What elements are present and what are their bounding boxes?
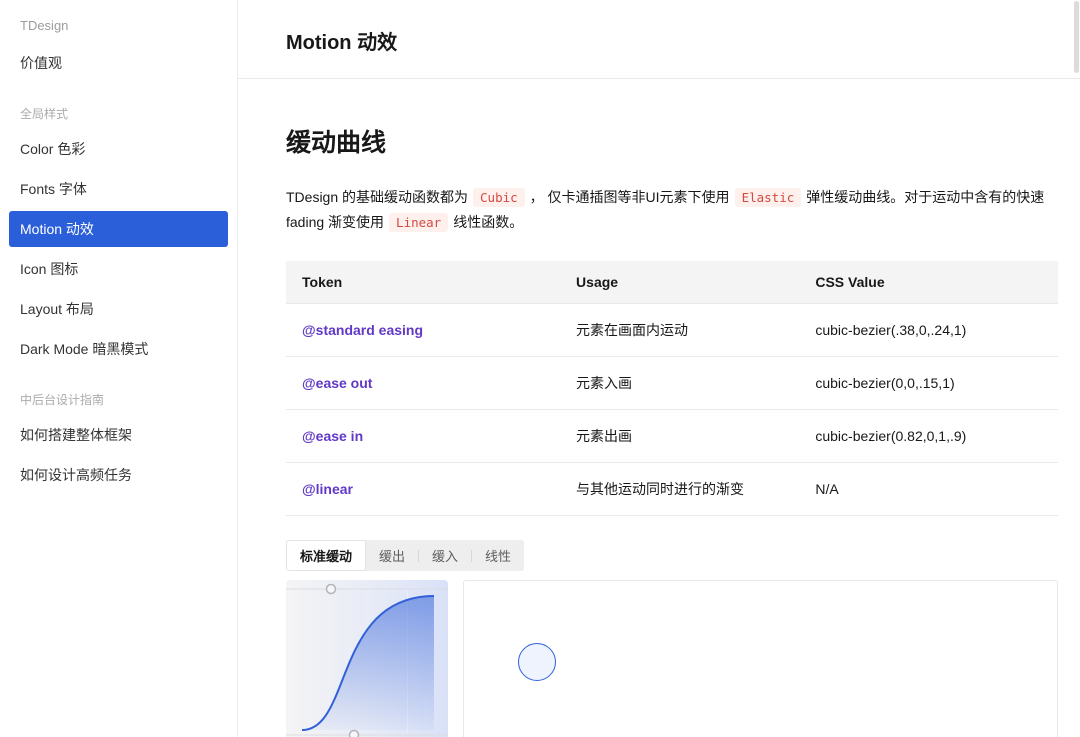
- intro-text-4: 线性函数。: [453, 214, 523, 230]
- page-header: Motion 动效: [238, 0, 1080, 79]
- token-ease-in: @ease in: [286, 410, 560, 463]
- css-value-cell: cubic-bezier(0.82,0,1,.9): [799, 410, 1058, 463]
- code-linear: Linear: [389, 213, 448, 232]
- sidebar-item-framework[interactable]: 如何搭建整体框架: [0, 415, 237, 455]
- usage-cell: 元素入画: [560, 357, 799, 410]
- token-linear: @linear: [286, 463, 560, 516]
- curve-fill: [302, 596, 434, 730]
- usage-cell: 元素出画: [560, 410, 799, 463]
- vertical-scrollbar-thumb[interactable]: [1074, 1, 1079, 73]
- usage-cell: 元素在画面内运动: [560, 304, 799, 357]
- token-ease-out: @ease out: [286, 357, 560, 410]
- tab-ease-out[interactable]: 缓出: [366, 540, 418, 571]
- sidebar-item-motion[interactable]: Motion 动效: [9, 211, 228, 247]
- animated-ball: [518, 643, 556, 681]
- col-header-token: Token: [286, 261, 560, 304]
- tab-standard-easing[interactable]: 标准缓动: [286, 540, 366, 571]
- sidebar-item-icon[interactable]: Icon 图标: [0, 249, 237, 289]
- section-title: 缓动曲线: [286, 123, 1058, 159]
- table-row: @ease in 元素出画 cubic-bezier(0.82,0,1,.9): [286, 410, 1058, 463]
- code-elastic: Elastic: [735, 188, 802, 207]
- curve-handle-bottom[interactable]: [350, 731, 359, 737]
- easing-demo: [286, 580, 1058, 737]
- brand-logo[interactable]: TDesign: [0, 14, 237, 43]
- sidebar-item-dark-mode[interactable]: Dark Mode 暗黑模式: [0, 329, 237, 369]
- page-title: Motion 动效: [286, 26, 1032, 55]
- easing-token-table: Token Usage CSS Value @standard easing 元…: [286, 261, 1058, 516]
- tab-linear[interactable]: 线性: [472, 540, 524, 571]
- table-row: @linear 与其他运动同时进行的渐变 N/A: [286, 463, 1058, 516]
- table-header-row: Token Usage CSS Value: [286, 261, 1058, 304]
- table-row: @standard easing 元素在画面内运动 cubic-bezier(.…: [286, 304, 1058, 357]
- curve-handle-top[interactable]: [327, 585, 336, 594]
- sidebar-item-layout[interactable]: Layout 布局: [0, 289, 237, 329]
- col-header-css-value: CSS Value: [799, 261, 1058, 304]
- animation-preview-panel: [463, 580, 1058, 737]
- intro-text-1: TDesign 的基础缓动函数都为: [286, 189, 468, 205]
- intro-text-2: ， 仅卡通插图等非UI元素下使用: [530, 189, 730, 205]
- tab-ease-in[interactable]: 缓入: [419, 540, 471, 571]
- code-cubic: Cubic: [473, 188, 525, 207]
- bezier-curve-svg: [286, 580, 448, 737]
- css-value-cell: cubic-bezier(0,0,.15,1): [799, 357, 1058, 410]
- table-row: @ease out 元素入画 cubic-bezier(0,0,.15,1): [286, 357, 1058, 410]
- sidebar-item-values[interactable]: 价值观: [0, 43, 237, 83]
- easing-demo-tabs: 标准缓动 缓出 缓入 线性: [286, 540, 524, 571]
- sidebar: TDesign 价值观 全局样式 Color 色彩 Fonts 字体 Motio…: [0, 0, 238, 737]
- col-header-usage: Usage: [560, 261, 799, 304]
- css-value-cell: N/A: [799, 463, 1058, 516]
- main-area: Motion 动效 缓动曲线 TDesign 的基础缓动函数都为 Cubic ， 仅…: [238, 0, 1080, 737]
- css-value-cell: cubic-bezier(.38,0,.24,1): [799, 304, 1058, 357]
- sidebar-section-admin-guide: 中后台设计指南: [0, 385, 237, 415]
- sidebar-item-fonts[interactable]: Fonts 字体: [0, 169, 237, 209]
- content: 缓动曲线 TDesign 的基础缓动函数都为 Cubic ， 仅卡通插图等非UI元素…: [238, 123, 1080, 737]
- token-standard-easing: @standard easing: [286, 304, 560, 357]
- sidebar-item-high-freq-tasks[interactable]: 如何设计高频任务: [0, 455, 237, 495]
- intro-paragraph: TDesign 的基础缓动函数都为 Cubic ， 仅卡通插图等非UI元素下使用 El…: [286, 185, 1058, 235]
- sidebar-item-color[interactable]: Color 色彩: [0, 129, 237, 169]
- sidebar-section-global-styles: 全局样式: [0, 99, 237, 129]
- bezier-curve-panel: [286, 580, 448, 737]
- usage-cell: 与其他运动同时进行的渐变: [560, 463, 799, 516]
